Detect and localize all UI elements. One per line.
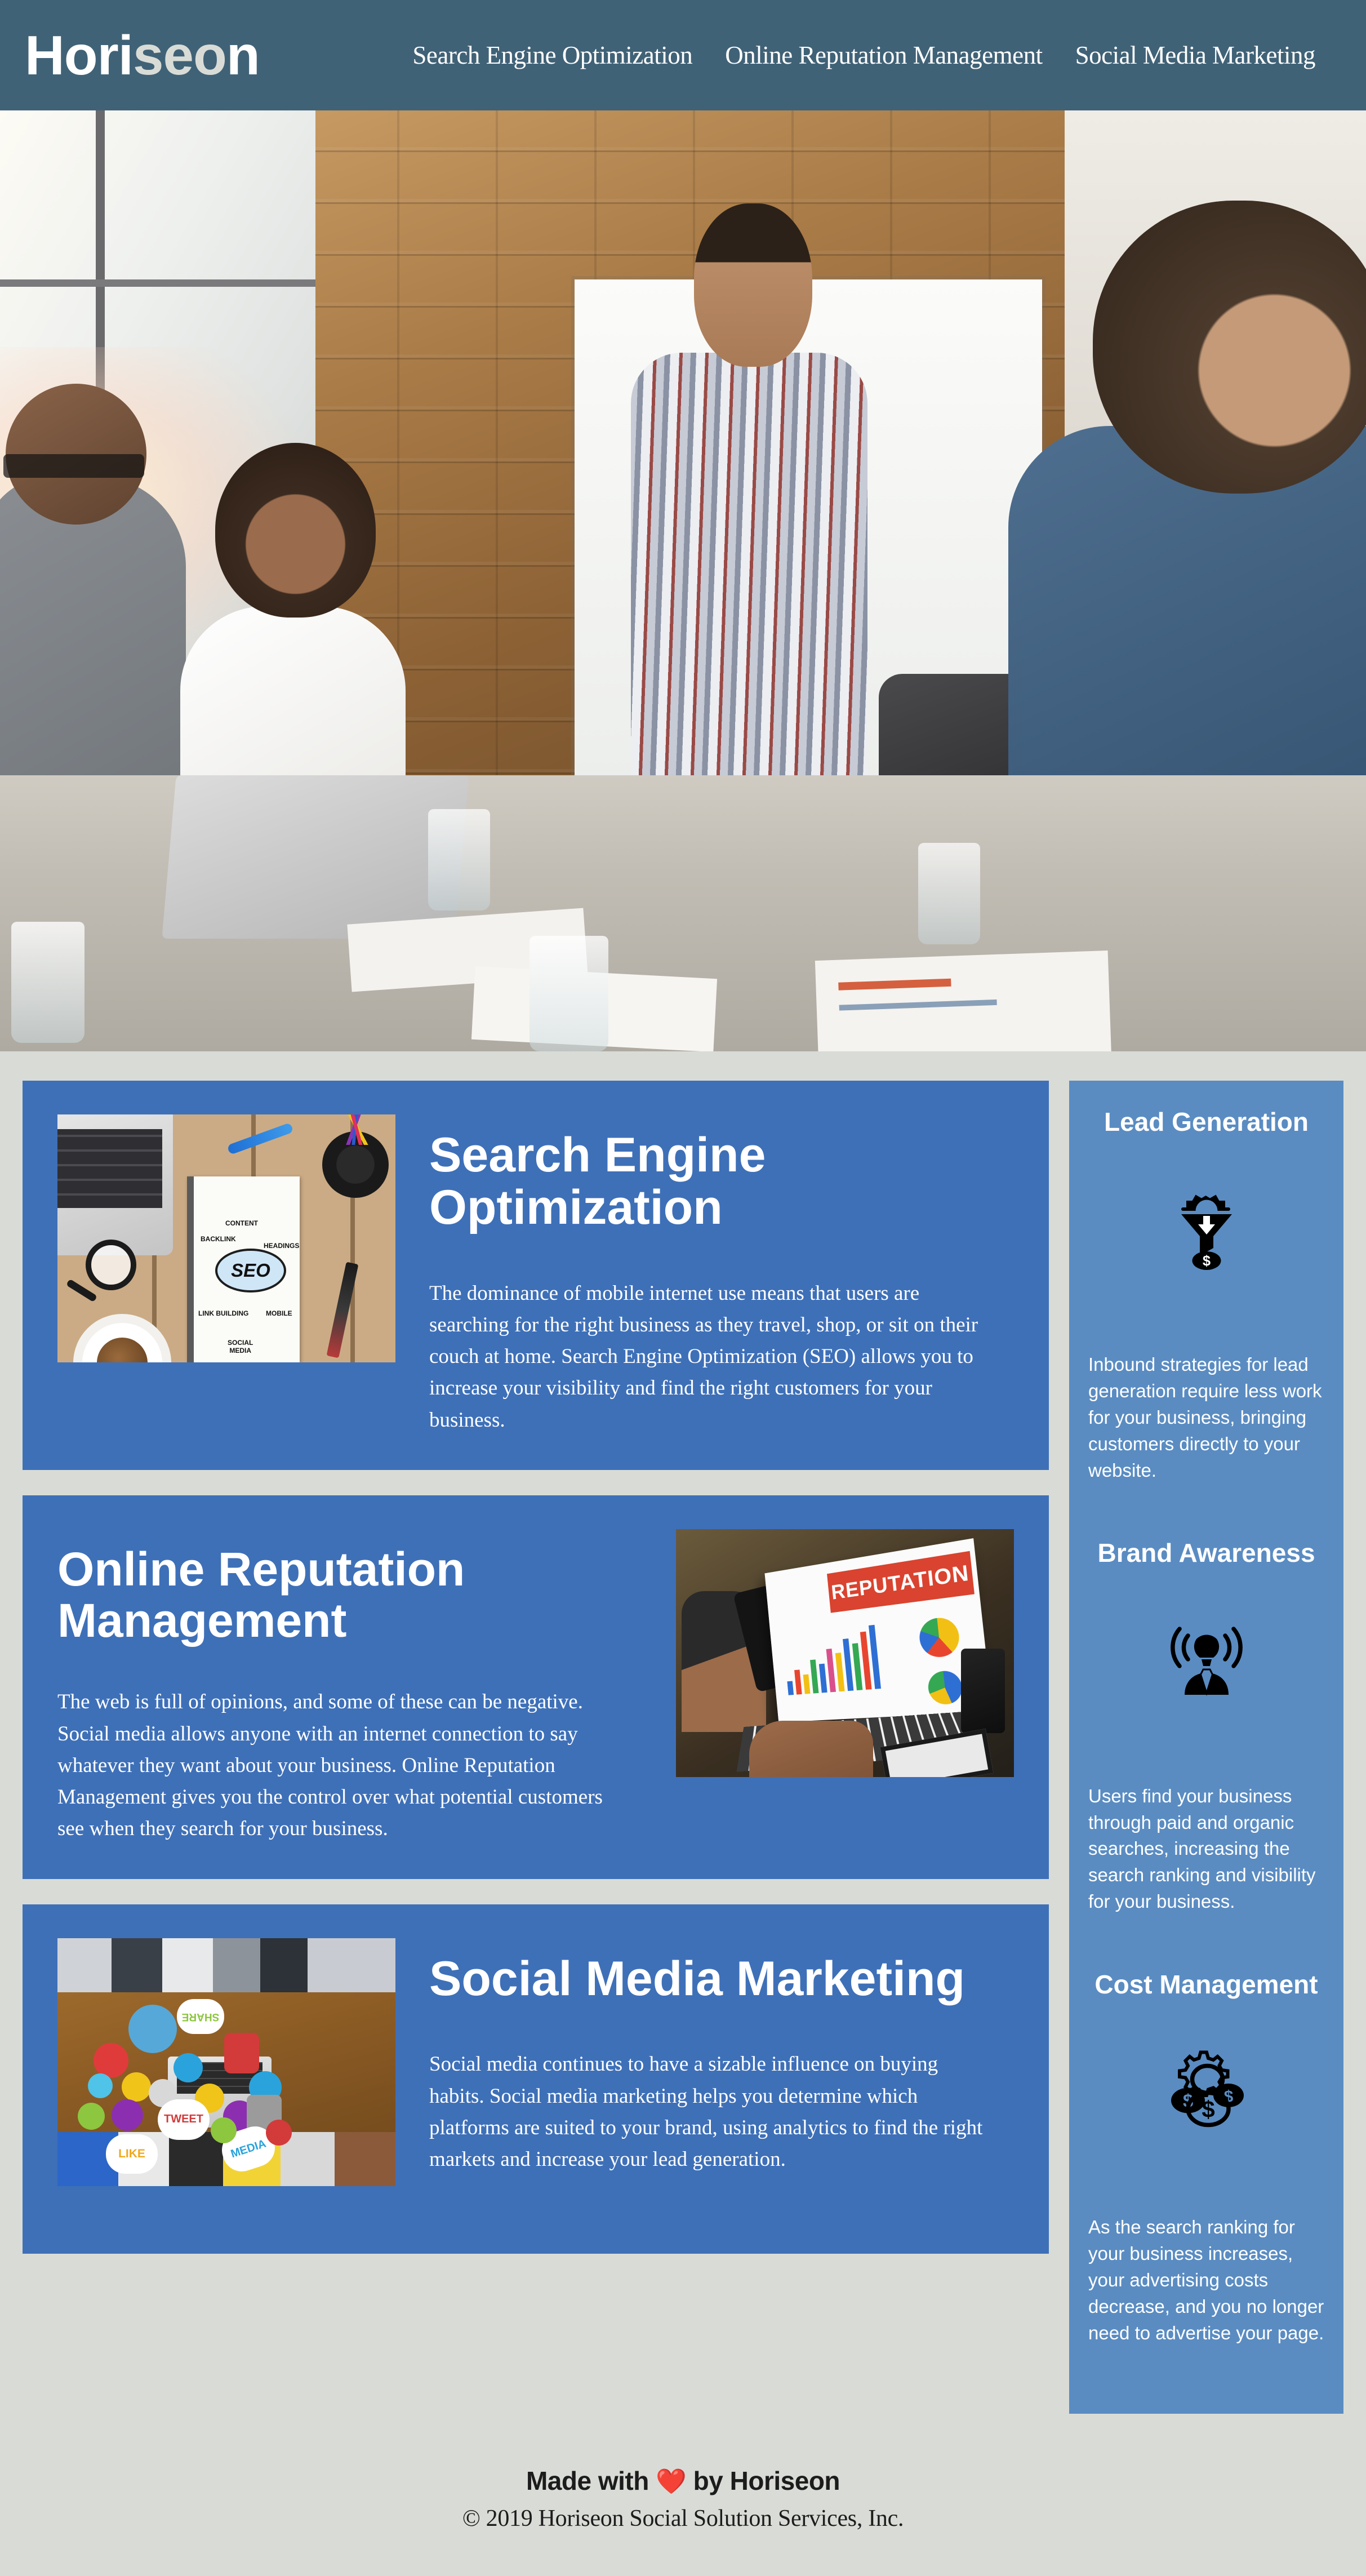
- smm-icon-wifi: [78, 2102, 105, 2130]
- site-header: Horiseon Search Engine Optimization Onli…: [0, 0, 1366, 110]
- benefit-cost-management-title: Cost Management: [1094, 1969, 1318, 1999]
- seo-label-headings: HEADINGS: [264, 1242, 300, 1250]
- smm-icon-lock: [266, 2119, 292, 2146]
- hero-image: [0, 110, 1366, 1051]
- funnel-gear-dollar-icon: $: [1156, 1177, 1257, 1278]
- smm-icon-cloud: [128, 2004, 177, 2053]
- orm-illustration: REPUTATION: [676, 1529, 1014, 1777]
- smm-text-block: Social Media Marketing Social media cont…: [429, 1938, 1014, 2176]
- service-online-reputation-management: REPUTATION Online Reputation Management …: [23, 1495, 1049, 1879]
- hero-water-glass-b: [918, 843, 980, 944]
- hero-laptop: [162, 775, 469, 939]
- nav-link-online-reputation-management[interactable]: Online Reputation Management: [725, 42, 1043, 68]
- benefit-lead-generation-title: Lead Generation: [1104, 1107, 1309, 1136]
- gear-money-coins-icon: $ $ $: [1156, 2040, 1257, 2141]
- service-social-media-marketing: SHARE TWEET LIKE MEDIA Social Media Mark…: [23, 1904, 1049, 2254]
- benefit-cost-management: Cost Management $ $ $ As the search rank…: [1088, 1969, 1324, 2346]
- hero-water-glass-a: [428, 809, 490, 911]
- orm-laptop-screen: REPUTATION: [764, 1538, 993, 1722]
- pencil-cup-icon: [322, 1114, 389, 1198]
- seo-label-mobile: MOBILE: [266, 1309, 292, 1317]
- hero-banner: [0, 110, 1366, 1051]
- smm-icon-music: [122, 2072, 151, 2102]
- hero-water-glass-d: [530, 936, 608, 1051]
- benefit-lead-generation-text: Inbound strategies for lead generation r…: [1088, 1354, 1322, 1481]
- benefit-cost-management-text: As the search ranking for your business …: [1088, 2217, 1324, 2343]
- seo-notepad: SEO CONTENT BACKLINK HEADINGS LINK BUILD…: [187, 1176, 300, 1362]
- seo-center-label: SEO: [215, 1249, 286, 1293]
- seo-label-content: CONTENT: [225, 1219, 258, 1227]
- orm-paragraph: The web is full of opinions, and some of…: [57, 1690, 603, 1841]
- orm-pie-chart-a: [918, 1615, 962, 1659]
- smm-heading: Social Media Marketing: [429, 1951, 965, 2006]
- seo-label-social-media: SOCIAL MEDIA: [228, 1339, 253, 1354]
- smm-icon-list: [112, 2099, 143, 2131]
- black-pencil-icon: [326, 1262, 359, 1358]
- seo-paragraph: The dominance of mobile internet use mea…: [429, 1281, 978, 1432]
- svg-text:$: $: [1202, 1254, 1210, 1269]
- benefit-brand-awareness: Brand Awareness Users find your business…: [1088, 1538, 1324, 1915]
- coffee-cup-icon: [82, 1323, 162, 1362]
- orm-heading: Online Reputation Management: [57, 1542, 465, 1647]
- svg-text:$: $: [1202, 2096, 1214, 2122]
- seo-heading: Search Engine Optimization: [429, 1128, 766, 1234]
- seo-label-backlink: BACKLINK: [201, 1235, 236, 1243]
- page-body: SEO CONTENT BACKLINK HEADINGS LINK BUILD…: [0, 1051, 1366, 2414]
- footer-made-with-suffix: by Horiseon: [686, 2466, 840, 2496]
- smm-icon-camera: [173, 2053, 203, 2082]
- footer-made-with: Made with ❤️ by Horiseon: [0, 2466, 1366, 2496]
- seo-illustration: SEO CONTENT BACKLINK HEADINGS LINK BUILD…: [57, 1114, 395, 1362]
- hero-person-standing: [631, 203, 867, 843]
- smm-icon-idea: [94, 2042, 128, 2078]
- blue-pen-icon: [226, 1122, 294, 1155]
- seo-laptop: [57, 1114, 173, 1255]
- logo-suffix: n: [226, 24, 260, 86]
- footer-made-with-prefix: Made with: [526, 2466, 656, 2496]
- lightbulb-broadcast-person-icon: [1156, 1609, 1257, 1710]
- orm-mug: [961, 1648, 1005, 1733]
- benefit-lead-generation: Lead Generation $ Inbound strategies for…: [1088, 1107, 1324, 1484]
- smm-icon-book: [224, 2032, 259, 2073]
- hero-paper-c: [815, 950, 1112, 1051]
- primary-navigation: Search Engine Optimization Online Reputa…: [412, 42, 1341, 68]
- benefit-brand-awareness-text: Users find your business through paid an…: [1088, 1785, 1316, 1912]
- logo-prefix: Hori: [25, 24, 134, 86]
- orm-bar-chart: [782, 1620, 886, 1695]
- site-logo[interactable]: Horiseon: [25, 28, 260, 83]
- benefit-brand-awareness-title: Brand Awareness: [1097, 1538, 1315, 1568]
- magnifying-glass-icon: [86, 1240, 136, 1290]
- services-column: SEO CONTENT BACKLINK HEADINGS LINK BUILD…: [23, 1081, 1049, 2279]
- smm-icon-sync: [211, 2117, 237, 2143]
- heart-icon: ❤️: [656, 2468, 687, 2496]
- smm-bubble-tweet: TWEET: [158, 2099, 210, 2140]
- orm-reputation-banner: REPUTATION: [827, 1551, 975, 1613]
- benefits-sidebar: Lead Generation $ Inbound strategies for…: [1069, 1081, 1343, 2414]
- smm-bubble-share: SHARE: [177, 1998, 224, 2034]
- site-footer: Made with ❤️ by Horiseon © 2019 Horiseon…: [0, 2414, 1366, 2576]
- hero-water-glass-c: [11, 922, 84, 1043]
- smm-people-top: [57, 1938, 395, 1992]
- seo-label-link-building: LINK BUILDING: [198, 1309, 249, 1317]
- nav-link-search-engine-optimization[interactable]: Search Engine Optimization: [412, 42, 692, 68]
- orm-pie-chart-b: [927, 1669, 964, 1706]
- orm-hand-on-trackpad: [749, 1720, 873, 1777]
- orm-text-block: Online Reputation Management The web is …: [57, 1529, 642, 1845]
- service-search-engine-optimization: SEO CONTENT BACKLINK HEADINGS LINK BUILD…: [23, 1081, 1049, 1470]
- smm-paragraph: Social media continues to have a sizable…: [429, 2053, 983, 2171]
- nav-link-social-media-marketing[interactable]: Social Media Marketing: [1075, 42, 1316, 68]
- logo-accent: seo: [133, 24, 227, 86]
- smm-illustration: SHARE TWEET LIKE MEDIA: [57, 1938, 395, 2186]
- footer-copyright: © 2019 Horiseon Social Solution Services…: [462, 2506, 904, 2532]
- smm-icon-heart: [88, 2073, 113, 2098]
- seo-text-block: Search Engine Optimization The dominance…: [429, 1114, 1014, 1436]
- smm-bubble-like: LIKE: [106, 2134, 158, 2174]
